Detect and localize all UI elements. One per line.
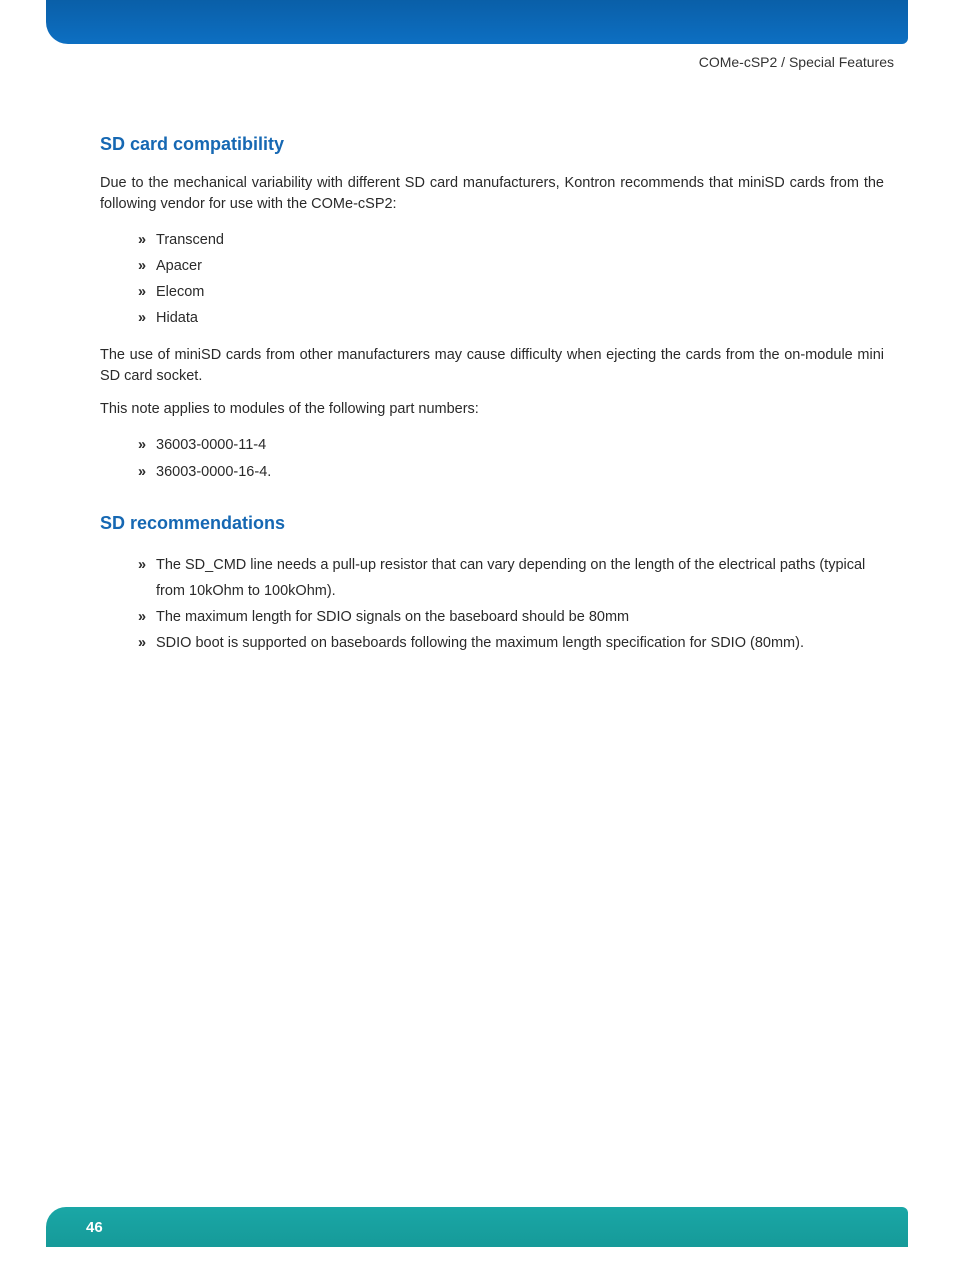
paragraph-note: The use of miniSD cards from other manuf… bbox=[100, 345, 884, 387]
top-accent-bar bbox=[46, 0, 908, 44]
list-item: 36003-0000-16-4. bbox=[138, 459, 884, 485]
bottom-accent-bar: 46 bbox=[46, 1207, 908, 1247]
list-item: 36003-0000-11-4 bbox=[138, 432, 884, 458]
part-number-list: 36003-0000-11-4 36003-0000-16-4. bbox=[138, 432, 884, 484]
list-item: The SD_CMD line needs a pull-up resistor… bbox=[138, 552, 884, 604]
header-breadcrumb: COMe-cSP2 / Special Features bbox=[699, 54, 894, 70]
vendor-list: Transcend Apacer Elecom Hidata bbox=[138, 227, 884, 331]
recommendations-list: The SD_CMD line needs a pull-up resistor… bbox=[138, 552, 884, 656]
list-item: The maximum length for SDIO signals on t… bbox=[138, 604, 884, 630]
paragraph-parts: This note applies to modules of the foll… bbox=[100, 399, 884, 420]
list-item: Hidata bbox=[138, 305, 884, 331]
list-item: Apacer bbox=[138, 253, 884, 279]
list-item: Elecom bbox=[138, 279, 884, 305]
heading-sd-recommendations: SD recommendations bbox=[100, 513, 884, 534]
page-content: SD card compatibility Due to the mechani… bbox=[100, 120, 884, 670]
list-item: Transcend bbox=[138, 227, 884, 253]
heading-sd-compatibility: SD card compatibility bbox=[100, 134, 884, 155]
list-item: SDIO boot is supported on baseboards fol… bbox=[138, 630, 884, 656]
paragraph-intro: Due to the mechanical variability with d… bbox=[100, 173, 884, 215]
page-number: 46 bbox=[86, 1219, 103, 1236]
